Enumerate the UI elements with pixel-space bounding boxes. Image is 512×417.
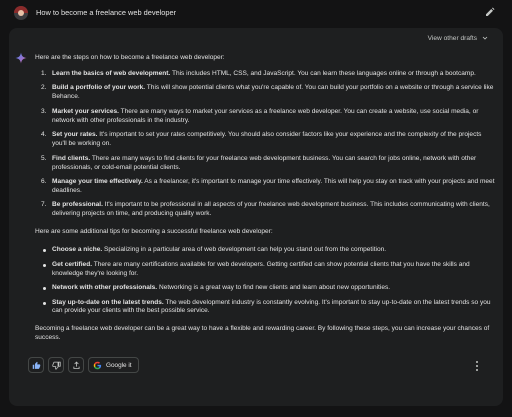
- response-card: View other drafts Here are the steps on …: [9, 28, 503, 406]
- response-content: Here are the steps on how to become a fr…: [35, 54, 495, 343]
- google-g-icon: [93, 361, 102, 369]
- list-item: 3. Market your services. There are many w…: [41, 107, 479, 124]
- list-item: 7. Be professional. It's important to be …: [41, 201, 490, 218]
- list-item: Choose a niche. Specializing in a partic…: [35, 246, 495, 255]
- pencil-icon[interactable]: [484, 6, 496, 18]
- view-other-drafts-label: View other drafts: [427, 34, 477, 42]
- view-other-drafts-button[interactable]: View other drafts: [428, 34, 489, 42]
- top-bar: How to become a freelance web developer: [0, 0, 512, 26]
- google-it-button[interactable]: Google it: [88, 357, 139, 373]
- thumbs-up-icon: [32, 361, 40, 369]
- closing-paragraph: Becoming a freelance web developer can b…: [35, 325, 490, 342]
- thumbs-up-button[interactable]: [28, 357, 44, 373]
- list-item: 2. Build a portfolio of your work. This w…: [41, 84, 494, 101]
- share-button[interactable]: [68, 357, 84, 373]
- steps-list: 1. Learn the basics of web development. T…: [35, 70, 495, 219]
- response-actions: Google it: [28, 357, 139, 373]
- sparkle-icon: [15, 52, 27, 64]
- google-it-label: Google it: [106, 361, 132, 369]
- response-intro: Here are the steps on how to become a fr…: [35, 54, 225, 61]
- more-vert-icon[interactable]: [474, 360, 480, 372]
- list-item: 5. Find clients. There are many ways to f…: [41, 154, 477, 171]
- avatar: [14, 6, 28, 20]
- list-item: 6. Manage your time effectively. As a fre…: [41, 178, 495, 194]
- share-icon: [72, 361, 80, 369]
- list-item: 1. Learn the basics of web development. T…: [41, 69, 476, 77]
- list-item: Network with other professionals. Networ…: [35, 284, 495, 293]
- thumbs-down-button[interactable]: [48, 357, 64, 373]
- list-item: Get certified. There are many certificat…: [35, 261, 495, 279]
- list-item: 4. Set your rates. It's important to set …: [41, 131, 482, 148]
- list-item: Stay up-to-date on the latest trends. Th…: [35, 299, 495, 317]
- user-prompt: How to become a freelance web developer: [36, 8, 177, 17]
- chevron-down-icon: [482, 36, 488, 40]
- tips-list: Choose a niche. Specializing in a partic…: [35, 246, 495, 316]
- tips-intro: Here are some additional tips for becomi…: [35, 228, 273, 236]
- thumbs-down-icon: [51, 361, 61, 370]
